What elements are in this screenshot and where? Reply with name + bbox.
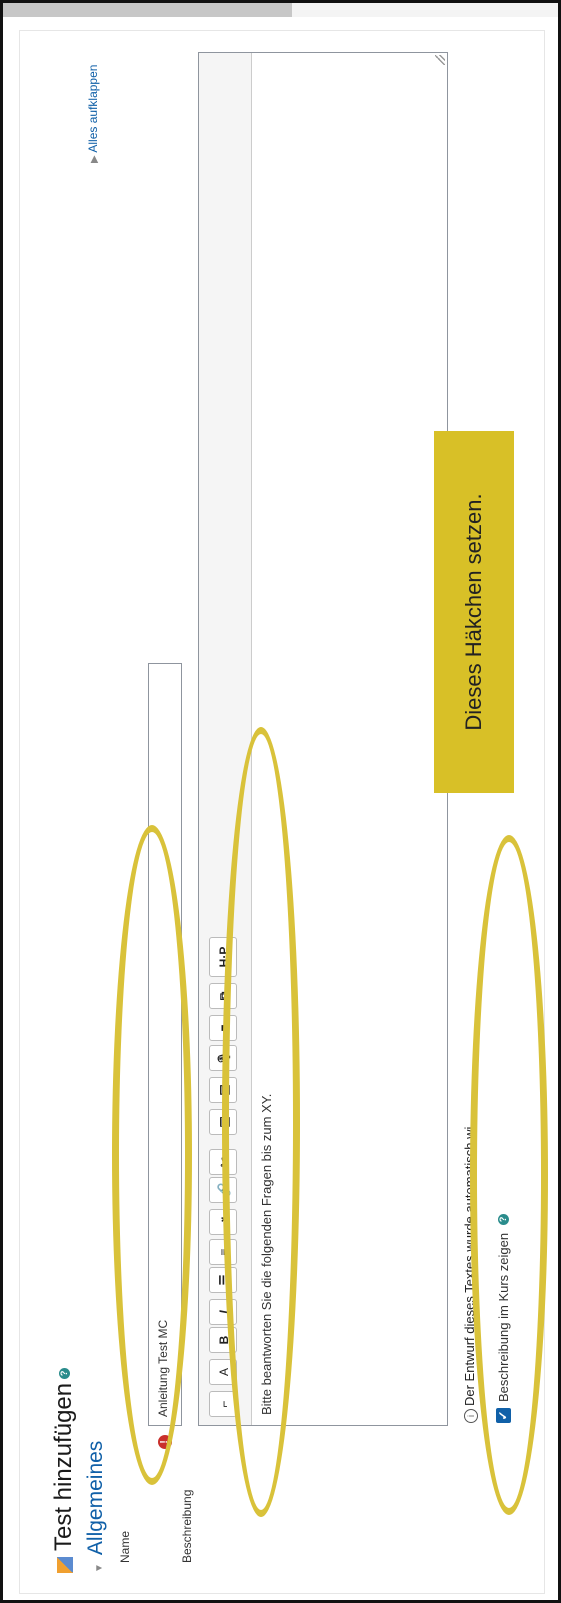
annotation-ellipse-description	[222, 727, 300, 1517]
expand-arrow-icon: ▶	[89, 155, 100, 163]
rotated-page: Test hinzufügen? ▼Allgemeines ▶ Alles au…	[0, 0, 561, 1603]
pencil-doc-icon	[56, 1557, 73, 1573]
description-label: Beschreibung	[180, 1489, 194, 1563]
info-icon: i	[463, 1409, 478, 1423]
annotation-ellipse-checkbox	[470, 835, 548, 1515]
help-icon[interactable]: ?	[59, 1367, 71, 1379]
resize-handle[interactable]	[435, 55, 445, 65]
name-label: Name	[118, 1530, 132, 1563]
collapse-arrow-icon: ▼	[94, 1563, 105, 1573]
annotation-callout: Dieses Häkchen setzen.	[434, 431, 514, 793]
section-header-general[interactable]: ▼Allgemeines	[84, 1441, 108, 1573]
expand-all-link[interactable]: ▶ Alles aufklappen	[86, 65, 100, 163]
page-title: Test hinzufügen?	[50, 1367, 78, 1573]
annotation-ellipse-name	[112, 825, 192, 1485]
